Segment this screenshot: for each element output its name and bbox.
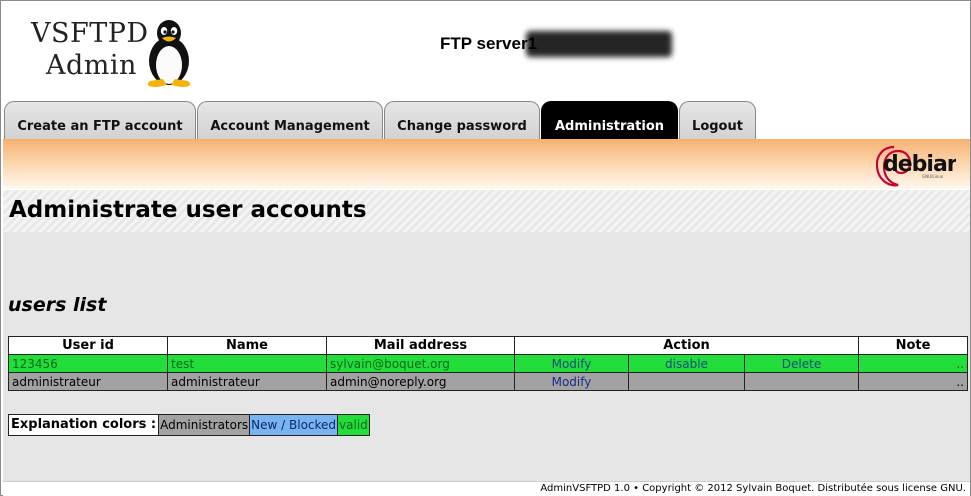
legend-administrators: Administrators: [158, 415, 250, 435]
column-header-name: Name: [167, 336, 327, 355]
cell-mail: sylvain@boquet.org: [326, 354, 515, 373]
table-row: administrateur administrateur admin@nore…: [8, 372, 968, 391]
tab-account-management[interactable]: Account Management: [197, 101, 383, 139]
color-legend: Explanation colors : Administrators New …: [8, 414, 370, 436]
modify-link[interactable]: Modify: [552, 357, 592, 371]
redaction-blur: [525, 31, 672, 57]
section-title: users list: [8, 294, 107, 316]
main-content: users list User id Name Mail address Act…: [3, 232, 970, 481]
cell-note[interactable]: ..: [858, 354, 968, 373]
users-table: User id Name Mail address Action Note 12…: [8, 336, 968, 391]
server-ip: 1: [525, 31, 677, 57]
tab-change-password[interactable]: Change password: [384, 101, 540, 139]
legend-label: Explanation colors :: [9, 415, 159, 435]
cell-mail: admin@noreply.org: [326, 372, 515, 391]
legend-valid: valid: [337, 415, 369, 435]
legend-new-blocked: New / Blocked: [249, 415, 338, 435]
modify-link[interactable]: Modify: [552, 375, 592, 389]
cell-action-delete: [744, 372, 859, 391]
server-label: FTP server: [440, 34, 528, 53]
cell-action-toggle: disable: [628, 354, 745, 373]
svg-text:GNU/Linux: GNU/Linux: [922, 174, 944, 179]
cell-user-id: 123456: [8, 354, 168, 373]
footer-copyright: AdminVSFTPD 1.0 • Copyright © 2012 Sylva…: [540, 483, 966, 494]
footer: AdminVSFTPD 1.0 • Copyright © 2012 Sylva…: [3, 481, 970, 496]
column-header-action: Action: [514, 336, 859, 355]
cell-action-toggle: [628, 372, 745, 391]
tab-administration[interactable]: Administration: [541, 101, 678, 139]
table-header-row: User id Name Mail address Action Note: [8, 336, 968, 355]
table-row: 123456 test sylvain@boquet.org Modify di…: [8, 354, 968, 373]
header: VSFTPD Admin FTP server1: [1, 1, 970, 101]
column-header-user-id: User id: [8, 336, 168, 355]
delete-link[interactable]: Delete: [782, 357, 821, 371]
disable-link[interactable]: disable: [665, 357, 708, 371]
tux-penguin-icon: [147, 20, 191, 87]
server-title: FTP server1: [440, 31, 677, 57]
cell-action-modify: Modify: [514, 372, 629, 391]
app-logo: VSFTPD Admin: [27, 17, 202, 93]
svg-text:debian: debian: [883, 152, 956, 177]
cell-note[interactable]: ..: [858, 372, 968, 391]
cell-action-delete: Delete: [744, 354, 859, 373]
debian-logo-icon: debian GNU/Linux: [876, 145, 956, 187]
cell-user-id: administrateur: [8, 372, 168, 391]
page-title: Administrate user accounts: [9, 197, 367, 223]
cell-name: administrateur: [167, 372, 327, 391]
header-band: debian GNU/Linux: [3, 139, 970, 189]
column-header-mail: Mail address: [326, 336, 515, 355]
tab-create-ftp-account[interactable]: Create an FTP account: [4, 101, 196, 139]
logo-line1: VSFTPD: [31, 18, 149, 49]
cell-name: test: [167, 354, 327, 373]
column-header-note: Note: [858, 336, 968, 355]
page-title-bar: Administrate user accounts: [3, 190, 970, 232]
tab-logout[interactable]: Logout: [679, 101, 756, 139]
logo-line2: Admin: [46, 50, 137, 81]
cell-action-modify: Modify: [514, 354, 629, 373]
